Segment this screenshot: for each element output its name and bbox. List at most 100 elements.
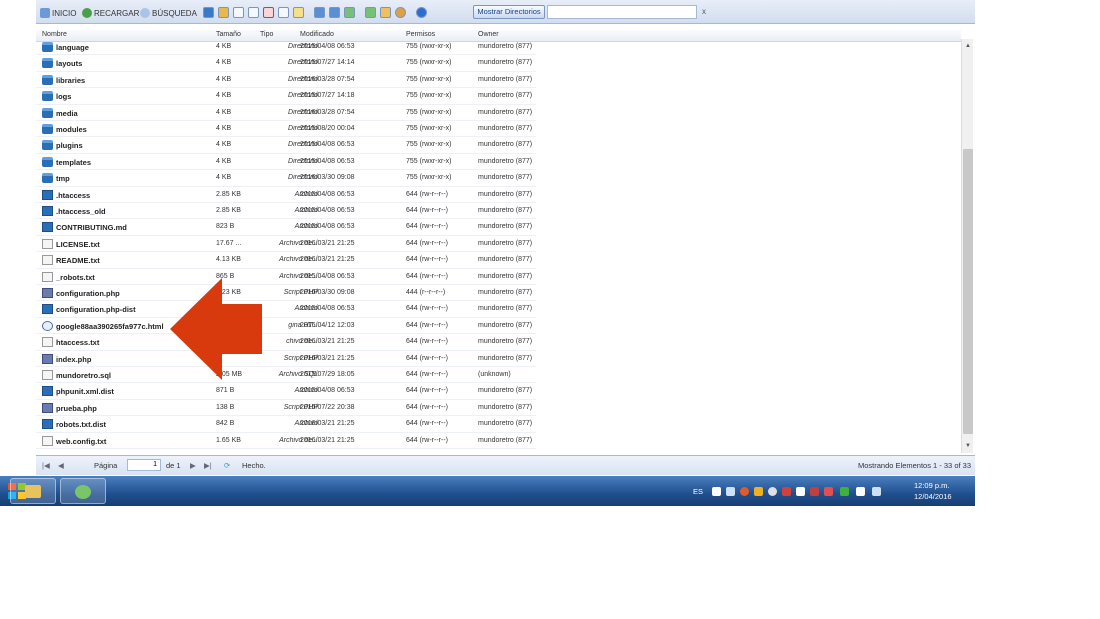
edit-icon[interactable]	[293, 7, 304, 18]
file-row[interactable]: modules 4 KB Directorio 2015/08/20 00:04 755…	[36, 121, 536, 138]
clock-time[interactable]: 12:09 p.m.	[914, 481, 949, 490]
file-owner: mundoretro (877)	[478, 125, 533, 132]
file-row[interactable]: layouts 4 KB Directorio 2015/07/27 14:14 755…	[36, 55, 536, 72]
download-icon[interactable]	[365, 7, 376, 18]
file-row[interactable]: README.txt 4.13 KB Archivo de... 2016/03/21…	[36, 252, 536, 269]
language-indicator[interactable]: ES	[693, 487, 703, 496]
file-row[interactable]: CONTRIBUTING.md 823 B Archivo 2015/04/08 06…	[36, 219, 536, 236]
column-name[interactable]: Nombre	[42, 31, 67, 38]
tray-chrome-icon[interactable]	[740, 487, 749, 496]
file-row[interactable]: tmp 4 KB Directorio 2016/03/30 09:08 755 (rw…	[36, 170, 536, 187]
html-icon	[42, 320, 53, 331]
column-size[interactable]: Tamaño	[216, 31, 241, 38]
file-row[interactable]: web.config.txt 1.65 KB Archivo de... 2016/0…	[36, 433, 536, 449]
tray-battery-icon[interactable]	[840, 487, 849, 496]
file-row[interactable]: configuration.php-dist Archivo 2015/04/08 …	[36, 301, 536, 318]
tray-shield-icon[interactable]	[782, 487, 791, 496]
refresh-icon[interactable]: ⟳	[224, 461, 230, 470]
file-owner: mundoretro (877)	[478, 289, 533, 296]
file-row[interactable]: templates 4 KB Directorio 2015/04/08 06:53 7…	[36, 154, 536, 171]
file-row[interactable]: plugins 4 KB Directorio 2015/04/08 06:53 755…	[36, 137, 536, 154]
scroll-up-icon[interactable]: ▲	[965, 43, 971, 49]
tray-security-icon[interactable]	[810, 487, 819, 496]
file-row[interactable]: _robots.txt 865 B Archivo de... 2015/04/08 …	[36, 269, 536, 285]
view-list-icon[interactable]	[329, 7, 340, 18]
column-modified[interactable]: Modificado	[300, 31, 334, 38]
doc-icon	[42, 206, 53, 216]
file-row[interactable]: logs 4 KB Directorio 2015/07/27 14:18 755 (r…	[36, 88, 536, 105]
reload-button[interactable]: RECARGAR	[82, 6, 139, 20]
file-permissions: 444 (r--r--r--)	[406, 289, 446, 296]
file-name: logs	[56, 92, 72, 102]
file-name: LICENSE.txt	[56, 239, 100, 249]
home-button[interactable]: INICIO	[40, 6, 76, 20]
paste-icon[interactable]	[248, 7, 259, 18]
show-directories-button[interactable]: Mostrar Directorios	[473, 5, 545, 19]
file-row[interactable]: mundoretro.sql 2.05 MB Archivo SQL 2015/07/…	[36, 367, 536, 384]
upload-icon[interactable]	[344, 7, 355, 18]
file-row[interactable]: .htaccess_old 2.85 KB Archivo 2015/04/08 06…	[36, 203, 536, 220]
rename-icon[interactable]	[278, 7, 289, 18]
view-grid-icon[interactable]	[314, 7, 325, 18]
doc-icon	[42, 419, 53, 430]
file-row[interactable]: htaccess.txt chivo de... 2016/03/21 21:25 6…	[36, 334, 536, 351]
prev-page-icon[interactable]: ◀	[58, 461, 64, 470]
tray-network-icon[interactable]	[726, 487, 735, 496]
file-row[interactable]: phpunit.xml.dist 871 B Archivo 2015/04/08 0…	[36, 383, 536, 400]
tray-speaker-icon[interactable]	[856, 487, 865, 496]
file-row[interactable]: google88aa390265fa977c.html gina HT... 201…	[36, 318, 536, 335]
next-page-icon[interactable]: ▶	[190, 461, 196, 470]
copy-icon[interactable]	[233, 7, 244, 18]
file-size: 2.85 KB	[216, 207, 241, 214]
tray-app-icon[interactable]	[754, 487, 763, 496]
tray-sync-icon[interactable]	[768, 487, 777, 496]
scroll-thumb[interactable]	[963, 149, 973, 434]
explorer-taskbar-button[interactable]	[10, 478, 56, 504]
file-row[interactable]: prueba.php 138 B Script PHP 2015/07/22 20:3…	[36, 400, 536, 417]
search-button[interactable]: BÚSQUEDA	[140, 6, 197, 20]
tray-notification-icon[interactable]	[872, 487, 881, 496]
file-row[interactable]: LICENSE.txt 17.67 ... Archivo de... 2016/03…	[36, 236, 536, 253]
scroll-down-icon[interactable]: ▼	[965, 443, 971, 449]
file-row[interactable]: robots.txt.dist 842 B Archivo 2016/03/21 21…	[36, 416, 536, 433]
file-name: .htaccess	[56, 190, 91, 200]
file-row[interactable]: libraries 4 KB Directorio 2016/03/28 07:54 7…	[36, 72, 536, 89]
archive-icon[interactable]	[380, 7, 391, 18]
file-modified: 2015/04/08 06:53	[300, 157, 355, 165]
file-owner: mundoretro (877)	[478, 190, 533, 198]
page-number-input[interactable]: 1	[127, 459, 161, 471]
column-permissions[interactable]: Permisos	[406, 31, 435, 38]
file-size: 4 KB	[216, 141, 232, 149]
last-page-icon[interactable]: ▶|	[204, 461, 212, 470]
users-icon	[75, 485, 91, 499]
column-owner[interactable]: Owner	[478, 31, 499, 38]
search-label: BÚSQUEDA	[152, 8, 197, 18]
first-page-icon[interactable]: |◀	[42, 461, 50, 470]
file-row[interactable]: language 4 KB Directorio 2015/04/08 06:53 75…	[36, 39, 536, 56]
vertical-scrollbar[interactable]: ▲ ▼	[961, 39, 973, 453]
search-input[interactable]	[547, 5, 697, 19]
column-type[interactable]: Tipo	[260, 31, 273, 38]
file-row[interactable]: media 4 KB Directorio 2016/03/28 07:54 755 (…	[36, 105, 536, 121]
file-row[interactable]: index.php Script PHP 2016/03/21 21:25 644 (…	[36, 351, 536, 367]
file-size: 4 KB	[216, 108, 232, 116]
new-file-icon[interactable]	[203, 7, 214, 18]
file-row[interactable]: .htaccess 2.85 KB Archivo 2015/04/08 06:53 6…	[36, 187, 536, 203]
text-file-icon	[42, 255, 53, 266]
help-icon[interactable]	[416, 7, 427, 18]
file-name: .htaccess_old	[56, 207, 106, 216]
file-modified: 2015/04/08 06:53	[300, 43, 355, 50]
file-name: language	[56, 43, 89, 52]
file-row[interactable]: configuration.php 3.23 KB Script PHP 2016/0…	[36, 285, 536, 302]
extract-icon[interactable]	[395, 7, 406, 18]
delete-icon[interactable]	[263, 7, 274, 18]
clock-date[interactable]: 12/04/2016	[914, 492, 952, 501]
tray-flag-icon[interactable]	[796, 487, 805, 496]
search-clear-button[interactable]: x	[702, 7, 706, 16]
new-folder-icon[interactable]	[218, 7, 229, 18]
tray-volume-icon[interactable]	[824, 487, 833, 496]
file-permissions: 755 (rwxr-xr-x)	[406, 157, 452, 165]
tray-windows-icon[interactable]	[712, 487, 721, 496]
app-taskbar-button[interactable]	[60, 478, 106, 504]
file-owner: mundoretro (877)	[478, 403, 533, 411]
